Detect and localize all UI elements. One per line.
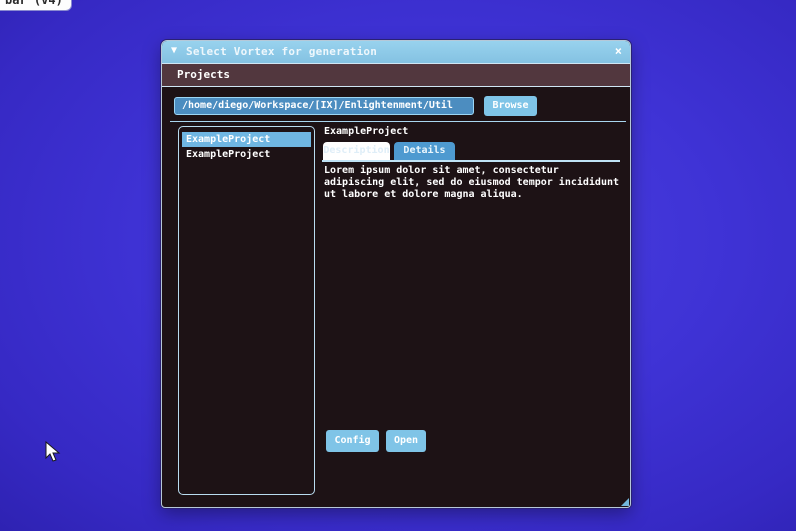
tab-underline <box>322 160 620 162</box>
triangle-down-icon[interactable]: ▼ <box>171 46 181 56</box>
menu-projects[interactable]: Projects <box>177 68 230 81</box>
browse-button[interactable]: Browse <box>484 96 537 116</box>
config-button[interactable]: Config <box>326 430 379 452</box>
dialog-title: Select Vortex for generation <box>186 45 378 58</box>
project-description-text: Lorem ipsum dolor sit amet, consectetur … <box>324 165 620 200</box>
project-list-item[interactable]: ExampleProject <box>182 147 311 162</box>
corner-label[interactable]: bar (v4) <box>0 0 72 11</box>
project-detail-title: ExampleProject <box>324 126 409 137</box>
separator <box>170 121 626 122</box>
tab-description[interactable]: Description <box>323 142 390 160</box>
project-path-input[interactable] <box>174 97 474 115</box>
project-list[interactable]: ExampleProject ExampleProject <box>178 126 315 495</box>
tab-details[interactable]: Details <box>394 142 455 160</box>
dialog-titlebar[interactable]: ▼ Select Vortex for generation × <box>162 41 630 63</box>
select-vortex-dialog: ▼ Select Vortex for generation × Project… <box>161 40 631 508</box>
mouse-cursor-icon <box>45 441 61 462</box>
resize-grip-icon[interactable] <box>621 498 629 506</box>
close-icon[interactable]: × <box>615 44 622 58</box>
project-list-item[interactable]: ExampleProject <box>182 132 311 147</box>
open-button[interactable]: Open <box>386 430 426 452</box>
menu-bar: Projects <box>162 63 630 87</box>
